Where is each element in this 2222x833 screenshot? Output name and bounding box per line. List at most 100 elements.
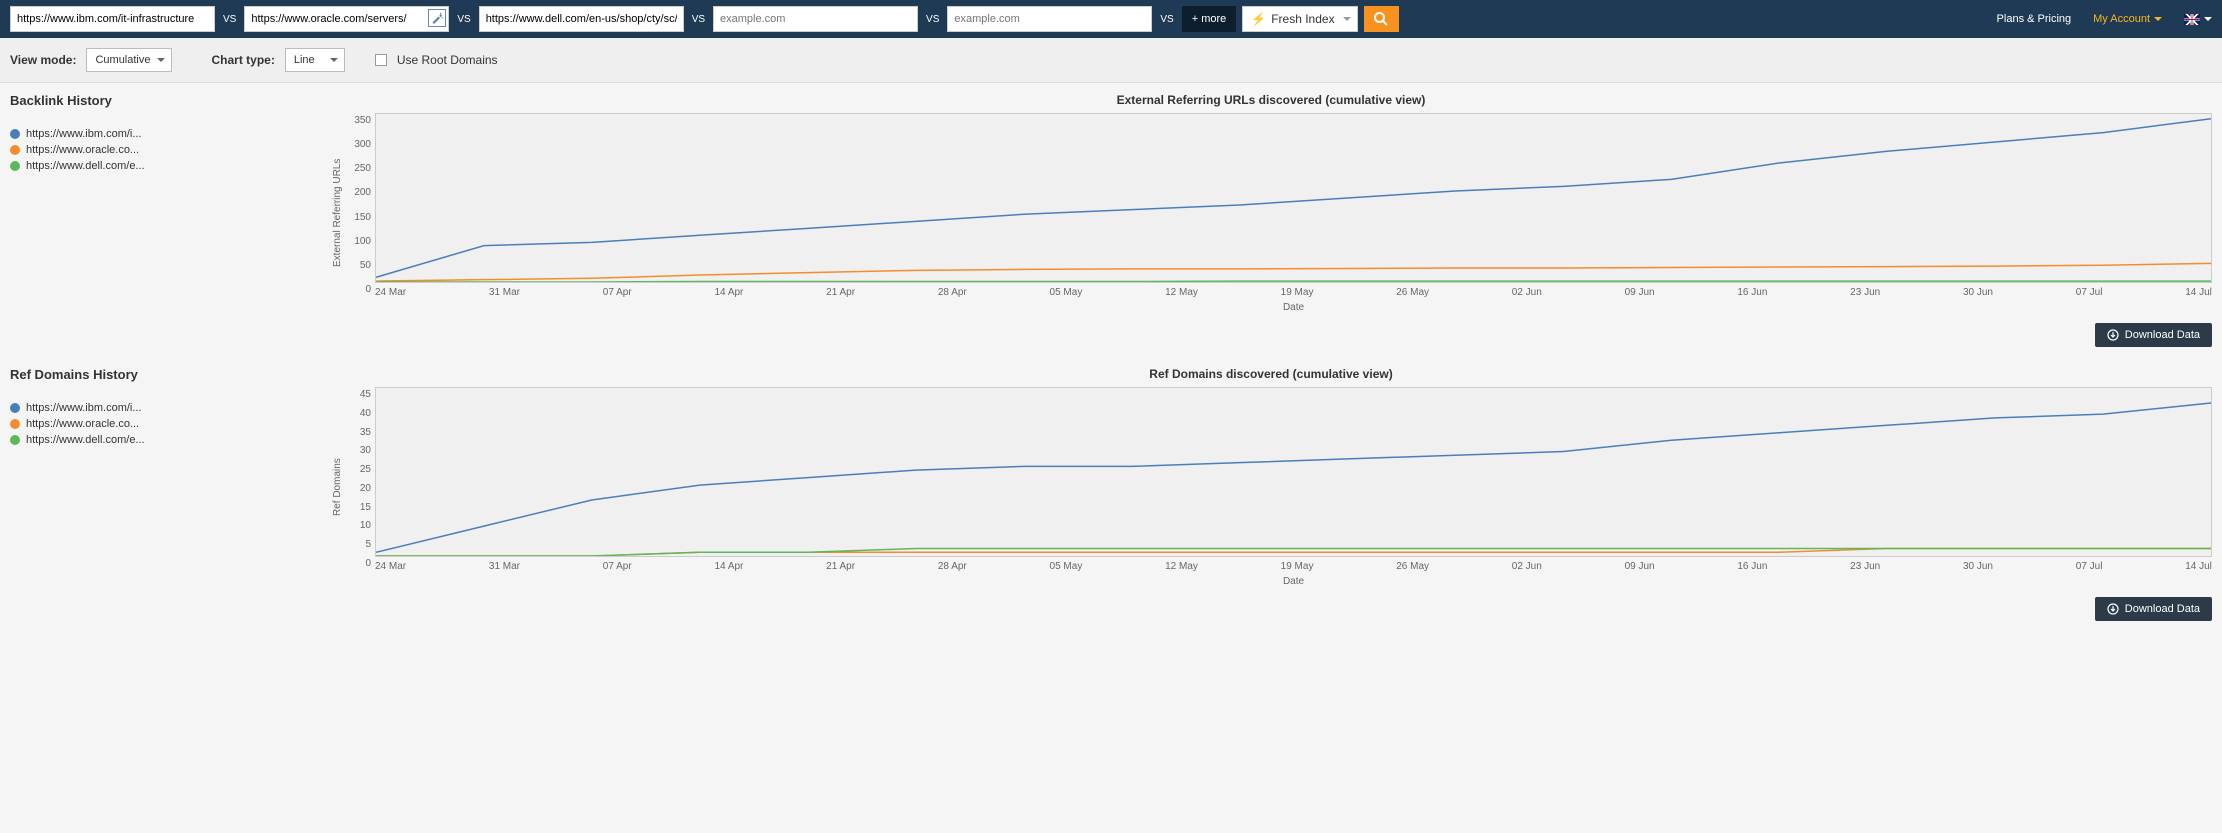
url-input-1[interactable] xyxy=(10,6,215,32)
x-tick: 19 May xyxy=(1281,287,1314,298)
x-tick: 02 Jun xyxy=(1512,561,1542,572)
topbar: vs vs vs vs vs + more ⚡ Fresh Index Plan… xyxy=(0,0,2222,38)
x-tick: 21 Apr xyxy=(826,287,855,298)
series-line xyxy=(376,119,2211,278)
legend-dot xyxy=(10,161,20,171)
y-tick: 0 xyxy=(345,284,371,295)
y-tick: 350 xyxy=(345,115,371,126)
download-row: Download Data xyxy=(10,323,2212,347)
series-line xyxy=(376,403,2211,552)
url-box-2 xyxy=(244,6,449,32)
y-ticks: 454035302520151050 xyxy=(345,387,375,587)
vs-label: vs xyxy=(221,14,238,25)
x-tick: 12 May xyxy=(1165,561,1198,572)
x-tick: 31 Mar xyxy=(489,561,520,572)
legend-dot xyxy=(10,435,20,445)
download-data-button[interactable]: Download Data xyxy=(2095,597,2212,621)
y-tick: 20 xyxy=(345,483,371,494)
y-tick: 150 xyxy=(345,212,371,223)
my-account-link[interactable]: My Account xyxy=(2093,13,2162,25)
legend-item[interactable]: https://www.oracle.co... xyxy=(10,144,310,156)
backlink-chart-title: External Referring URLs discovered (cumu… xyxy=(330,93,2212,107)
bolt-icon: ⚡ xyxy=(1251,12,1266,26)
index-select-label: Fresh Index xyxy=(1271,12,1334,26)
y-tick: 250 xyxy=(345,163,371,174)
legend-dot xyxy=(10,129,20,139)
x-ticks: 24 Mar31 Mar07 Apr14 Apr21 Apr28 Apr05 M… xyxy=(375,283,2212,298)
x-tick: 05 May xyxy=(1050,561,1083,572)
series-line xyxy=(376,281,2211,282)
x-tick: 26 May xyxy=(1396,287,1429,298)
y-tick: 100 xyxy=(345,236,371,247)
legend-label: https://www.dell.com/e... xyxy=(26,434,145,446)
y-tick: 50 xyxy=(345,260,371,271)
x-tick: 30 Jun xyxy=(1963,287,1993,298)
chart-type-label: Chart type: xyxy=(212,53,275,67)
y-tick: 10 xyxy=(345,520,371,531)
legend-label: https://www.ibm.com/i... xyxy=(26,402,142,414)
backlink-left-panel: Backlink History https://www.ibm.com/i..… xyxy=(10,93,310,313)
vs-label: vs xyxy=(455,14,472,25)
y-tick: 45 xyxy=(345,389,371,400)
url-input-3[interactable] xyxy=(479,6,684,32)
y-tick: 15 xyxy=(345,502,371,513)
x-axis-label: Date xyxy=(375,576,2212,587)
backlink-chart-panel: External Referring URLs discovered (cumu… xyxy=(330,93,2212,313)
legend-label: https://www.dell.com/e... xyxy=(26,160,145,172)
control-bar: View mode: Cumulative Chart type: Line U… xyxy=(0,38,2222,83)
chart-svg xyxy=(376,388,2211,556)
download-label: Download Data xyxy=(2125,329,2200,341)
backlink-history-title: Backlink History xyxy=(10,93,310,108)
download-data-button[interactable]: Download Data xyxy=(2095,323,2212,347)
series-line xyxy=(376,263,2211,281)
search-button[interactable] xyxy=(1364,6,1399,32)
view-mode-label: View mode: xyxy=(10,53,76,67)
download-row: Download Data xyxy=(10,597,2212,621)
ref-domains-section: Ref Domains History https://www.ibm.com/… xyxy=(10,367,2212,587)
url-input-4[interactable] xyxy=(713,6,918,32)
legend-item[interactable]: https://www.ibm.com/i... xyxy=(10,402,310,414)
download-icon xyxy=(2107,329,2119,341)
x-tick: 19 May xyxy=(1281,561,1314,572)
chevron-down-icon xyxy=(330,58,338,62)
y-tick: 300 xyxy=(345,139,371,150)
chevron-down-icon xyxy=(157,58,165,62)
x-tick: 24 Mar xyxy=(375,561,406,572)
more-button[interactable]: + more xyxy=(1182,6,1237,32)
vs-label: vs xyxy=(924,14,941,25)
legend-dot xyxy=(10,145,20,155)
view-mode-select[interactable]: Cumulative xyxy=(86,48,171,72)
chart-type-value: Line xyxy=(294,54,315,66)
view-mode-value: Cumulative xyxy=(95,54,150,66)
chart-svg xyxy=(376,114,2211,282)
url-input-2[interactable] xyxy=(244,6,449,32)
plans-pricing-link[interactable]: Plans & Pricing xyxy=(1997,13,2072,25)
legend-item[interactable]: https://www.oracle.co... xyxy=(10,418,310,430)
series-line xyxy=(376,549,2211,556)
language-select[interactable] xyxy=(2184,14,2212,25)
y-axis-label: Ref Domains xyxy=(330,387,345,587)
wand-icon[interactable] xyxy=(428,9,446,27)
chart-type-select[interactable]: Line xyxy=(285,48,345,72)
legend-item[interactable]: https://www.dell.com/e... xyxy=(10,160,310,172)
legend-label: https://www.oracle.co... xyxy=(26,418,139,430)
index-select[interactable]: ⚡ Fresh Index xyxy=(1242,6,1357,32)
x-tick: 16 Jun xyxy=(1737,287,1767,298)
use-root-domains-checkbox[interactable] xyxy=(375,54,387,66)
legend-item[interactable]: https://www.dell.com/e... xyxy=(10,434,310,446)
x-tick: 26 May xyxy=(1396,561,1429,572)
url-input-5[interactable] xyxy=(947,6,1152,32)
uk-flag-icon xyxy=(2184,14,2200,25)
x-tick: 28 Apr xyxy=(938,561,967,572)
x-tick: 05 May xyxy=(1050,287,1083,298)
x-tick: 31 Mar xyxy=(489,287,520,298)
x-tick: 14 Jul xyxy=(2185,287,2212,298)
legend-item[interactable]: https://www.ibm.com/i... xyxy=(10,128,310,140)
refdomains-chart: Ref Domains 454035302520151050 24 Mar31 … xyxy=(330,387,2212,587)
x-tick: 24 Mar xyxy=(375,287,406,298)
vs-label: vs xyxy=(1158,14,1175,25)
backlink-chart: External Referring URLs 3503002502001501… xyxy=(330,113,2212,313)
legend-list: https://www.ibm.com/i... https://www.orac… xyxy=(10,128,310,172)
x-tick: 14 Apr xyxy=(714,287,743,298)
y-tick: 35 xyxy=(345,427,371,438)
